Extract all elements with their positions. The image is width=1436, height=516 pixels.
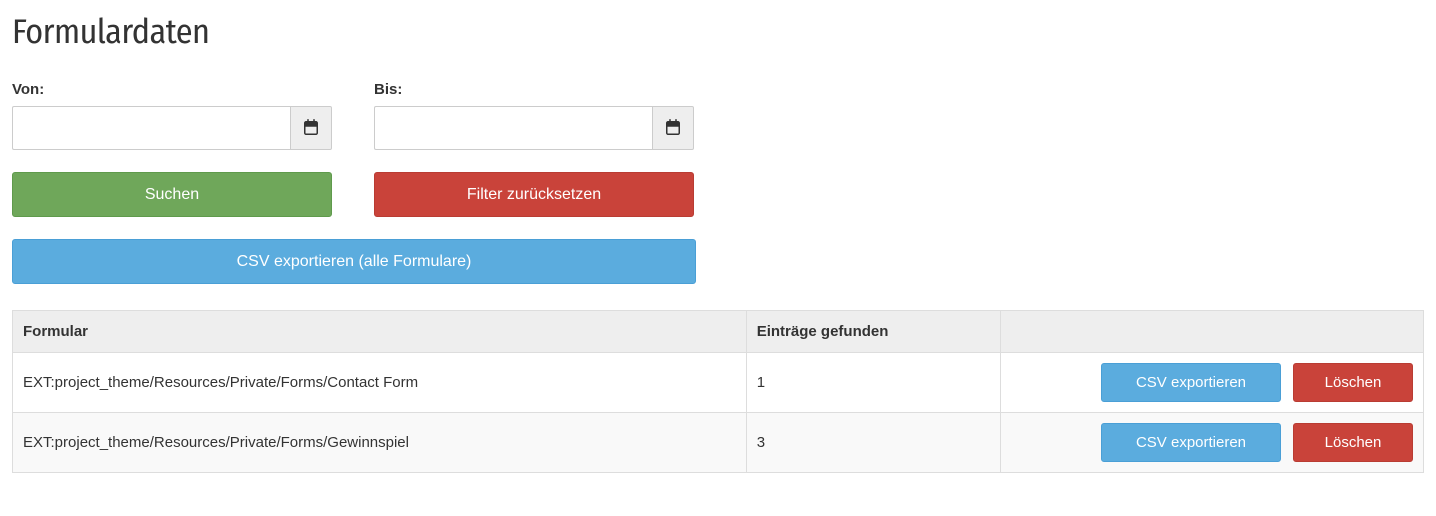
calendar-icon bbox=[665, 119, 681, 138]
forms-table: Formular Einträge gefunden EXT:project_t… bbox=[12, 310, 1424, 473]
to-date-input[interactable] bbox=[374, 106, 652, 150]
reset-filter-button[interactable]: Filter zurücksetzen bbox=[374, 172, 694, 217]
filter-button-row: Suchen Filter zurücksetzen bbox=[12, 172, 1424, 217]
row-export-csv-button[interactable]: CSV exportieren bbox=[1101, 363, 1281, 402]
entry-count-cell: 3 bbox=[746, 413, 1000, 473]
from-label: Von: bbox=[12, 81, 332, 98]
table-row: EXT:project_theme/Resources/Private/Form… bbox=[13, 413, 1424, 473]
from-date-input[interactable] bbox=[12, 106, 290, 150]
table-header-count: Einträge gefunden bbox=[746, 311, 1000, 353]
page-title: Formulardaten bbox=[12, 12, 1424, 53]
calendar-icon bbox=[303, 119, 319, 138]
row-export-csv-button[interactable]: CSV exportieren bbox=[1101, 423, 1281, 462]
table-header-actions bbox=[1000, 311, 1423, 353]
table-header-form: Formular bbox=[13, 311, 747, 353]
export-all-csv-button[interactable]: CSV exportieren (alle Formulare) bbox=[12, 239, 696, 284]
row-delete-button[interactable]: Löschen bbox=[1293, 363, 1413, 402]
table-row: EXT:project_theme/Resources/Private/Form… bbox=[13, 353, 1424, 413]
to-label: Bis: bbox=[374, 81, 694, 98]
row-delete-button[interactable]: Löschen bbox=[1293, 423, 1413, 462]
form-path-cell: EXT:project_theme/Resources/Private/Form… bbox=[13, 413, 747, 473]
entry-count-cell: 1 bbox=[746, 353, 1000, 413]
date-filter-row: Von: Bis: bbox=[12, 81, 1424, 150]
form-path-cell: EXT:project_theme/Resources/Private/Form… bbox=[13, 353, 747, 413]
to-date-picker-button[interactable] bbox=[652, 106, 694, 150]
search-button[interactable]: Suchen bbox=[12, 172, 332, 217]
from-date-picker-button[interactable] bbox=[290, 106, 332, 150]
